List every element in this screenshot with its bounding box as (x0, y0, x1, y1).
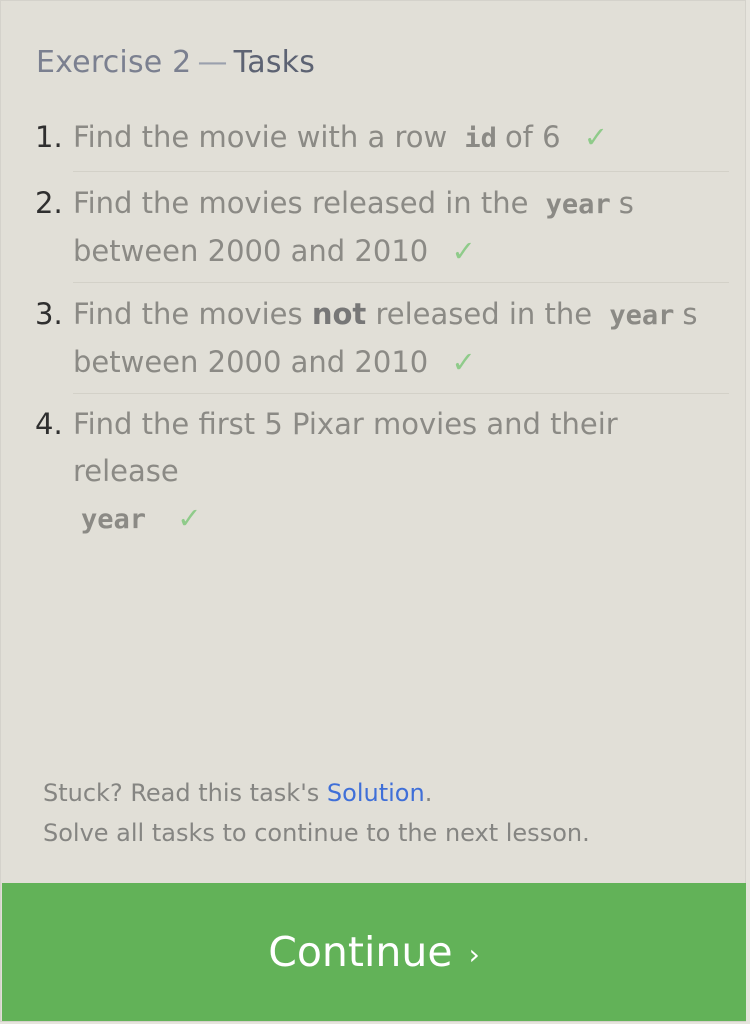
task-number: 1. (35, 120, 63, 154)
stuck-line: Stuck? Read this task's Solution. (43, 773, 590, 813)
chevron-right-icon: › (468, 937, 480, 971)
code-token: year (609, 300, 675, 331)
task-item-4: 4. Find the first 5 Pixar movies and the… (35, 401, 729, 543)
task-divider (73, 171, 729, 172)
task-item-3: 3. Find the movies not released in the y… (35, 291, 729, 386)
exercise-title: Exercise 2— Tasks (36, 45, 315, 80)
task-text-part: s (682, 297, 698, 331)
code-token: id (464, 123, 497, 154)
check-icon: ✓ (177, 501, 202, 535)
task-item-2: 2. Find the movies released in the year s… (35, 180, 729, 275)
check-icon: ✓ (451, 345, 476, 379)
task-text: Find the movies not released in the year… (73, 291, 729, 386)
task-text: Find the movies released in the year s be… (73, 180, 729, 275)
task-number: 3. (35, 297, 63, 331)
stuck-text: Stuck? Read this task's (43, 779, 327, 807)
stuck-suffix: . (424, 779, 433, 807)
title-dash: — (197, 45, 228, 80)
footer-help: Stuck? Read this task's Solution. Solve … (43, 773, 590, 853)
task-item-1: 1. Find the movie with a row id of 6 ✓ (35, 114, 729, 162)
task-text-part: between 2000 and 2010 (73, 234, 429, 268)
continue-button[interactable]: Continue › (2, 883, 746, 1021)
task-text: Find the first 5 Pixar movies and their … (73, 401, 729, 543)
tasks-label: Tasks (233, 45, 316, 80)
task-number: 2. (35, 186, 63, 220)
continue-label: Continue (268, 928, 453, 976)
exercise-label: Exercise 2 (36, 45, 192, 80)
code-token: year (545, 189, 611, 220)
task-number: 4. (35, 407, 63, 441)
task-text-part: Find the movie with a row (73, 120, 448, 154)
task-text-part: of 6 (504, 120, 561, 154)
task-text-part: s (618, 186, 634, 220)
task-text-part: released in the (375, 297, 593, 331)
exercise-panel: Exercise 2— Tasks 1. Find the movie with … (0, 0, 746, 1022)
task-divider (73, 282, 729, 283)
check-icon: ✓ (451, 234, 476, 268)
emphasis-text: not (311, 297, 367, 331)
task-text: Find the movie with a row id of 6 ✓ (73, 114, 729, 162)
solve-all-text: Solve all tasks to continue to the next … (43, 819, 590, 847)
check-icon: ✓ (583, 120, 609, 154)
task-text-part: Find the movies (73, 297, 303, 331)
solution-link[interactable]: Solution (327, 779, 425, 807)
task-text-part: Find the first 5 Pixar movies and their … (73, 407, 618, 488)
task-text-part: Find the movies released in the (73, 186, 529, 220)
code-token: year (81, 504, 147, 535)
task-text-part: between 2000 and 2010 (73, 345, 429, 379)
task-divider (73, 393, 729, 394)
